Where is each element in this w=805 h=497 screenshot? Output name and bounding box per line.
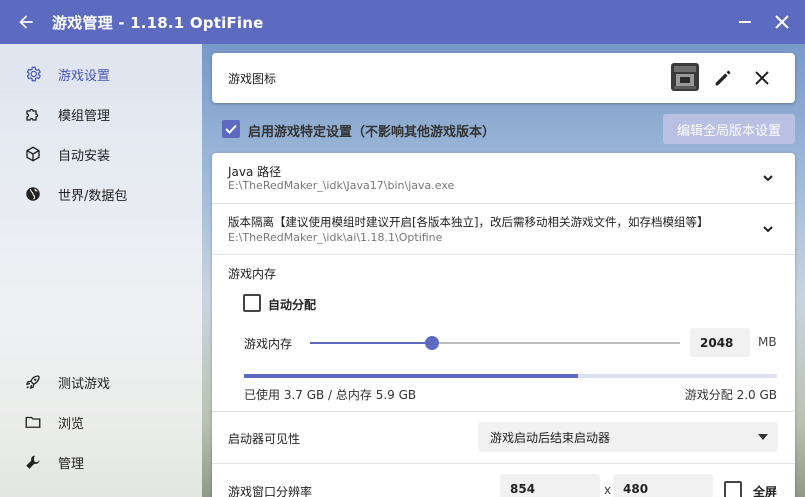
divider [212,463,795,464]
resolution-width-input[interactable]: 854 [500,474,600,497]
sidebar-item-browse[interactable]: 浏览 [0,402,202,442]
memory-used-text: 已使用 3.7 GB / 总内存 5.9 GB [244,388,417,402]
sidebar-item-label: 世界/数据包 [58,188,128,204]
back-button[interactable] [0,0,52,44]
game-icon-label: 游戏图标 [228,72,277,86]
memory-value-input[interactable]: 2048 [690,328,750,357]
sidebar-item-label: 模组管理 [58,108,111,124]
memory-slider-fill [310,342,432,344]
auto-allocate-checkbox[interactable] [243,294,261,312]
memory-unit: MB [758,335,777,349]
memory-allocated-text: 游戏分配 2.0 GB [684,388,777,402]
settings-card: Java 路径 E:\TheRedMaker_\idk\Java17\bin\j… [212,153,795,497]
version-isolation-value: E:\TheRedMaker_\idk\ai\1.18.1\Optifine [228,231,443,244]
sidebar-item-manage[interactable]: 管理 [0,442,202,482]
sidebar-item-test-game[interactable]: 测试游戏 [0,362,202,402]
edit-global-settings-button[interactable]: 编辑全局版本设置 [663,114,795,144]
version-isolation-label: 版本隔离【建议使用模组时建议开启[各版本独立]，改后需移动相关游戏文件，如存档模… [228,215,709,229]
folder-icon [25,416,41,428]
specific-settings-checkbox[interactable] [222,120,240,138]
fullscreen-checkbox[interactable] [724,481,742,497]
gear-icon [26,66,41,82]
package-icon [26,146,40,162]
sidebar-item-label: 管理 [58,456,85,472]
java-path-row[interactable]: Java 路径 E:\TheRedMaker_\idk\Java17\bin\j… [212,153,795,203]
sidebar-item-worlds[interactable]: 世界/数据包 [0,174,202,214]
sidebar-item-label: 浏览 [58,416,85,432]
close-icon [775,15,789,29]
version-isolation-row[interactable]: 版本隔离【建议使用模组时建议开启[各版本独立]，改后需移动相关游戏文件，如存档模… [212,204,795,254]
chevron-down-icon [763,226,773,233]
dropdown-arrow-icon [758,434,768,440]
chevron-down-icon [763,175,773,182]
minimize-button[interactable] [727,0,763,44]
memory-slider-label: 游戏内存 [244,337,293,351]
sidebar-item-label: 自动安装 [58,148,111,164]
memory-section-label: 游戏内存 [228,267,277,281]
java-path-label: Java 路径 [228,165,282,179]
specific-settings-label: 启用游戏特定设置（不影响其他游戏版本） [248,125,496,140]
sidebar-item-mod-management[interactable]: 模组管理 [0,94,202,134]
window-title: 游戏管理 - 1.18.1 OptiFine [52,13,264,32]
launcher-visibility-label: 启动器可见性 [228,432,301,446]
pencil-icon [715,70,731,86]
java-path-value: E:\TheRedMaker_\idk\Java17\bin\java.exe [228,179,455,192]
memory-slider-track[interactable] [310,336,680,350]
globe-icon [26,187,40,201]
fullscreen-label: 全屏 [753,485,778,497]
minimize-icon [739,21,751,23]
divider [212,411,795,412]
sidebar-item-label: 测试游戏 [58,376,111,392]
wrench-icon [26,455,40,469]
title-bar: 游戏管理 - 1.18.1 OptiFine [0,0,805,44]
command-block-icon[interactable] [670,62,700,92]
puzzle-icon [26,108,39,121]
close-icon [755,71,769,85]
clear-icon-button[interactable] [752,68,772,88]
sidebar-item-auto-install[interactable]: 自动安装 [0,134,202,174]
sidebar-item-label: 游戏设置 [58,68,111,84]
divider [212,254,795,255]
launcher-visibility-select[interactable]: 游戏启动后结束启动器 [478,422,778,452]
resolution-height-input[interactable]: 480 [613,474,713,497]
launcher-visibility-value: 游戏启动后结束启动器 [490,430,611,445]
checkmark-icon [225,124,237,134]
game-icon-card: 游戏图标 [212,53,795,103]
sidebar-item-game-settings[interactable]: 游戏设置 [0,54,202,94]
resolution-separator: x [604,483,612,497]
memory-usage-fill [244,374,578,378]
sidebar: 游戏设置 模组管理 自动安装 世界/数据包 测试游戏 浏览 管理 [0,44,202,497]
memory-slider-thumb[interactable] [425,336,439,350]
resolution-label: 游戏窗口分辨率 [228,485,313,497]
arrow-left-icon [19,15,33,29]
rocket-icon [25,375,40,390]
close-window-button[interactable] [764,0,800,44]
auto-allocate-label: 自动分配 [268,298,317,312]
memory-usage-bar [244,374,777,378]
edit-icon-button[interactable] [712,67,734,89]
